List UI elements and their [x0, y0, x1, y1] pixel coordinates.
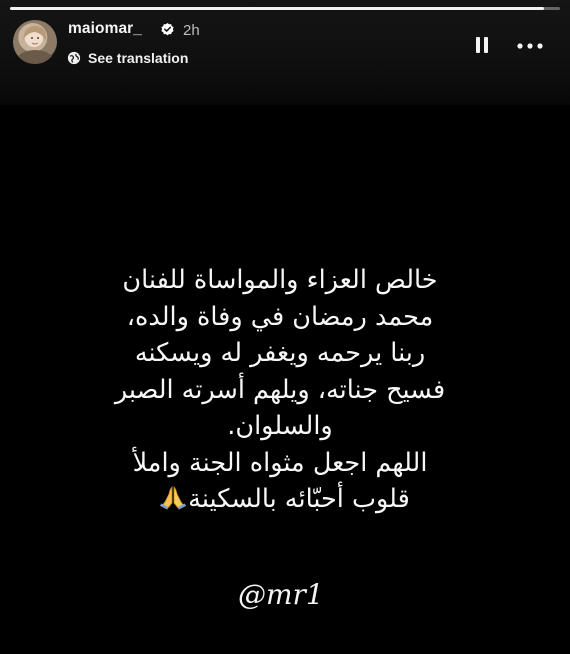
- see-translation-button[interactable]: See translation: [67, 48, 188, 68]
- caption-line: والسلوان.: [227, 411, 333, 441]
- caption-line: محمد رمضان في وفاة والده،: [126, 301, 434, 332]
- story-progress-fill: [10, 7, 544, 10]
- story-viewer: maiomar_ 2h See translation خالص العزاء …: [0, 0, 570, 654]
- author-username[interactable]: maiomar_: [68, 20, 142, 38]
- caption-line: خالص العزاء والمواساة للفنان: [122, 265, 438, 295]
- pause-icon[interactable]: [470, 33, 494, 57]
- caption-line: فسيح جناته، ويلهم أسرته الصبر: [114, 374, 446, 405]
- see-translation-label: See translation: [88, 50, 189, 66]
- globe-icon: [67, 51, 81, 65]
- story-caption: خالص العزاء والمواساة للفنان محمد رمضان …: [60, 262, 500, 518]
- caption-line: قلوب أحبّائه بالسكينة: [188, 484, 410, 514]
- folded-hands-icon: [160, 486, 187, 510]
- verified-badge-icon: [161, 22, 174, 36]
- caption-line-with-emoji: قلوب أحبّائه بالسكينة: [60, 481, 500, 518]
- story-timestamp: 2h: [183, 22, 200, 39]
- avatar[interactable]: [13, 20, 57, 64]
- story-progress-bar: [10, 7, 560, 10]
- caption-line: اللهم اجعل مثواه الجنة واملأ: [132, 447, 428, 478]
- more-options-icon[interactable]: [514, 36, 546, 56]
- mention-sticker[interactable]: @mr1: [238, 578, 324, 611]
- avatar-image: [17, 25, 53, 64]
- caption-line: ربنا يرحمه ويغفر له ويسكنه: [134, 338, 426, 368]
